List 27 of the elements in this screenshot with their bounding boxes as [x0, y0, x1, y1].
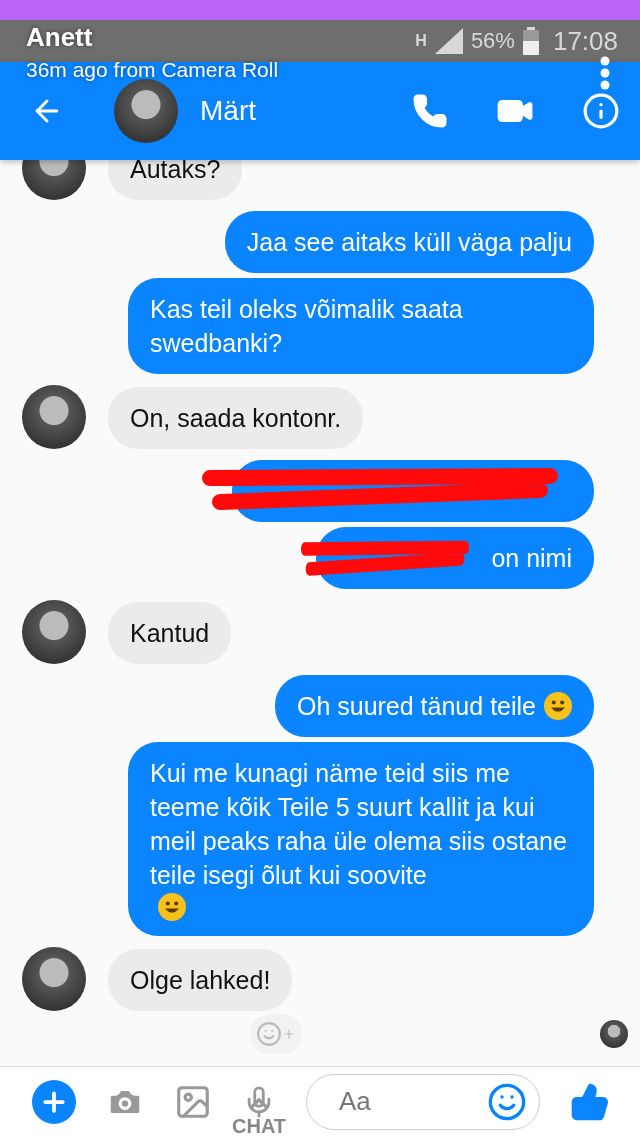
add-reaction-button[interactable] [250, 1014, 302, 1054]
message-bubble: Kas teil oleks võimalik saata swedbanki? [128, 278, 594, 374]
plus-icon [282, 1027, 296, 1041]
battery-icon [522, 27, 539, 55]
more-icon[interactable] [600, 56, 610, 90]
emoji-icon[interactable] [487, 1081, 527, 1122]
story-sender: Anett [26, 22, 93, 53]
swipe-chat-label[interactable]: CHAT [232, 1116, 287, 1136]
message-input[interactable]: Aa [337, 1085, 487, 1118]
story-caption: 36m ago from Camera Roll [26, 58, 279, 82]
seen-avatar [600, 1020, 628, 1048]
clock: 17:08 [552, 25, 618, 57]
message-bubble: Olge lahked! [108, 949, 293, 1011]
signal-icon [434, 28, 463, 54]
contact-name[interactable]: Märt [200, 95, 412, 127]
phone-icon[interactable] [412, 93, 448, 129]
like-icon[interactable] [570, 1081, 610, 1122]
add-button[interactable] [32, 1079, 76, 1124]
message-bubble: Jaa see aitaks küll väga palju [224, 211, 594, 273]
message-bubble: On, saada kontonr. [108, 387, 364, 449]
battery-percent: 56% [470, 28, 515, 54]
message-bubble: Kui me kunagi näme teid siis me teeme kõik Teile 5 suurt kallit ja kui meil peaks raha üle olema siis ostane teile isegi õlut kui soovite [128, 742, 594, 936]
network-type: H [415, 32, 427, 50]
message-bubble: Oh suured tänud teile [274, 675, 594, 737]
info-icon[interactable] [582, 92, 620, 130]
smile-icon [256, 1021, 282, 1047]
message-bubble: Kantud [108, 602, 232, 664]
